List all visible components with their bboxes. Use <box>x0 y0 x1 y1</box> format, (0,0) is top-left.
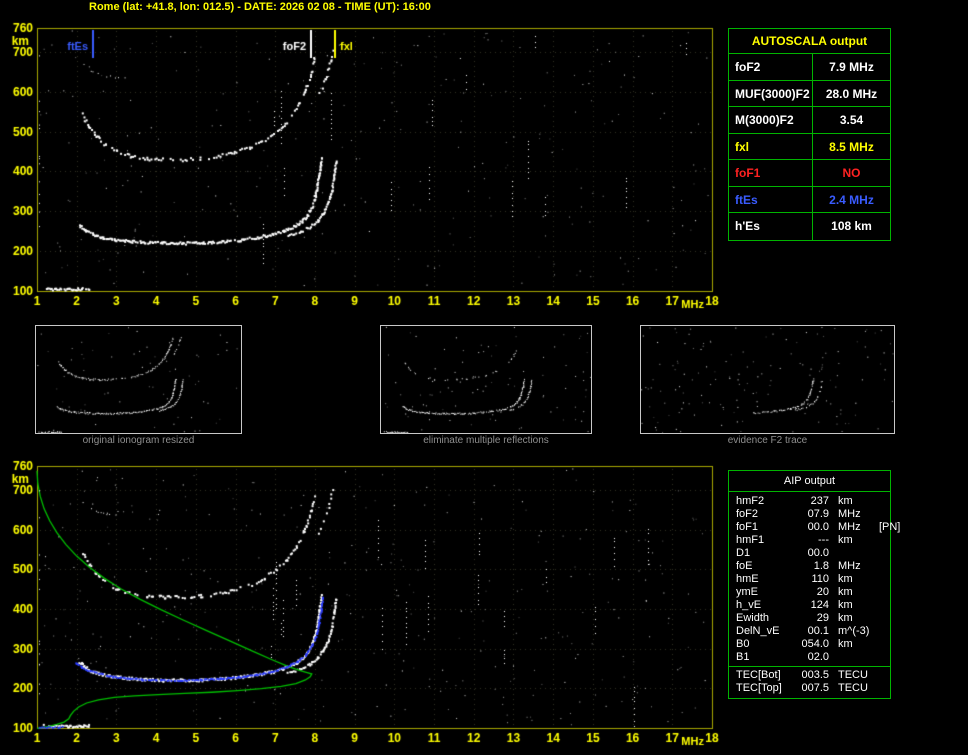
parameter-label: foF2 <box>736 508 759 520</box>
parameter-label: M(3000)F2 <box>729 107 813 133</box>
parameter-unit: km <box>838 612 853 624</box>
parameter-label: h'Es <box>729 213 813 240</box>
autoscala-row-muf3000f2: MUF(3000)F2 28.0 MHz <box>729 80 890 107</box>
aip-row-hme: hmE 110 km <box>729 573 890 586</box>
parameter-unit: TECU <box>838 682 868 694</box>
parameter-value: 02.0 <box>807 651 829 663</box>
thumbnail-eliminate-reflections <box>380 325 592 434</box>
aip-row-foe: foE 1.8 MHz <box>729 560 890 573</box>
parameter-value: 00.0 <box>807 521 829 533</box>
aip-row-hve: h_vE 124 km <box>729 599 890 612</box>
parameter-label: ymE <box>736 586 758 598</box>
autoscala-row-ftes: ftEs 2.4 MHz <box>729 186 890 213</box>
parameter-value: 00.0 <box>807 547 829 559</box>
parameter-label: DelN_vE <box>736 625 780 637</box>
autoscala-row-m3000f2: M(3000)F2 3.54 <box>729 107 890 134</box>
aip-output-header: AIP output <box>729 471 890 492</box>
thumbnail-evidence-f2 <box>640 325 895 434</box>
autoscala-output-header: AUTOSCALA output <box>729 29 890 54</box>
parameter-unit <box>829 547 838 560</box>
parameter-label: TEC[Top] <box>736 682 782 694</box>
parameter-unit: km <box>838 599 853 611</box>
parameter-value: 054.0 <box>801 638 829 650</box>
parameter-unit: MHz [PN] <box>838 521 901 533</box>
aip-row-fof1: foF1 00.0 MHz [PN] <box>729 521 900 534</box>
parameter-label: B0 <box>736 638 750 650</box>
parameter-value: 1.8 <box>813 560 829 572</box>
parameter-unit <box>829 651 838 664</box>
parameter-value: 3.54 <box>839 113 864 127</box>
parameter-value: 237 <box>810 495 829 507</box>
parameter-label: foF2 <box>729 54 813 80</box>
thumbnail-original-ionogram <box>35 325 242 434</box>
parameter-label: foF1 <box>736 521 759 533</box>
parameter-label: hmE <box>736 573 759 585</box>
autoscala-row-fof1: foF1 NO <box>729 160 890 187</box>
aip-row-b1: B1 02.0 <box>729 651 890 664</box>
parameter-label: B1 <box>736 651 750 663</box>
parameter-value: 28.0 MHz <box>825 86 878 101</box>
parameter-label: ftEs <box>729 186 813 212</box>
parameter-value: NO <box>842 166 861 180</box>
parameter-unit: km <box>838 534 853 546</box>
aip-row-hmf2: hmF2 237 km <box>729 495 890 508</box>
parameter-label: h_vE <box>736 599 762 611</box>
parameter-value: 8.5 MHz <box>829 139 874 154</box>
aip-row-hmf1: hmF1 --- km <box>729 534 890 547</box>
parameter-label: D1 <box>736 547 751 559</box>
autoscala-row-fof2: foF2 7.9 MHz <box>729 54 890 81</box>
autoscala-row-fxl: fxl 8.5 MHz <box>729 133 890 160</box>
parameter-value: 124 <box>810 599 829 611</box>
bottom-ionogram-canvas <box>0 455 724 755</box>
parameter-unit: km <box>838 495 853 507</box>
aip-row-ewidth: Ewidth 29 km <box>729 612 890 625</box>
aip-row-tecbot: TEC[Bot] 003.5 TECU <box>729 669 890 682</box>
parameter-value: --- <box>818 534 829 546</box>
parameter-label: hmF1 <box>736 534 765 546</box>
aip-row-b0: B0 054.0 km <box>729 638 890 651</box>
aip-row-delnve: DelN_vE 00.1 m^(-3) <box>729 625 890 638</box>
aip-output-panel: AIP output hmF2 237 km foF2 07.9 MHz foF1 00.… <box>728 470 900 699</box>
parameter-value: 29 <box>816 612 829 624</box>
thumbnail-caption: eliminate multiple reflections <box>423 435 549 446</box>
aip-divider <box>729 666 890 667</box>
parameter-value: 110 <box>811 573 829 585</box>
parameter-label: fxl <box>729 133 813 159</box>
aip-row-yme: ymE 20 km <box>729 586 890 599</box>
parameter-label: foE <box>736 560 753 572</box>
parameter-unit: MHz <box>838 508 861 520</box>
parameter-value: 07.9 <box>807 508 829 520</box>
parameter-unit: km <box>838 586 853 598</box>
parameter-unit: km <box>838 638 853 650</box>
parameter-value: 2.4 MHz <box>829 192 874 207</box>
parameter-value: 20 <box>816 586 829 598</box>
parameter-label: Ewidth <box>736 612 770 624</box>
aip-row-fof2: foF2 07.9 MHz <box>729 508 890 521</box>
aip-row-d1: D1 00.0 <box>729 547 890 560</box>
parameter-unit: MHz <box>838 560 861 572</box>
parameter-value: 00.1 <box>807 625 829 637</box>
parameter-value: 108 km <box>831 219 872 233</box>
autoscala-output-panel: AUTOSCALA output foF2 7.9 MHz MUF(3000)F… <box>728 28 891 241</box>
autoscala-window: Rome (lat: +41.8, lon: 012.5) - DATE: 20… <box>0 0 968 755</box>
parameter-value: 007.5 <box>801 682 829 694</box>
aip-row-tectop: TEC[Top] 007.5 TECU <box>729 682 890 695</box>
top-ionogram-canvas <box>0 14 724 324</box>
parameter-value: 7.9 MHz <box>829 60 874 74</box>
parameter-unit: km <box>838 573 853 585</box>
parameter-label: TEC[Bot] <box>736 669 781 681</box>
parameter-label: foF1 <box>729 160 813 186</box>
autoscala-row-hes: h'Es 108 km <box>729 213 890 240</box>
parameter-label: hmF2 <box>736 495 765 507</box>
thumbnail-caption: original ionogram resized <box>82 435 195 446</box>
station-date-title: Rome (lat: +41.8, lon: 012.5) - DATE: 20… <box>89 1 431 13</box>
parameter-label: MUF(3000)F2 <box>729 80 813 106</box>
parameter-unit: TECU <box>838 669 868 681</box>
thumbnail-caption: evidence F2 trace <box>727 435 808 446</box>
parameter-value: 003.5 <box>801 669 829 681</box>
parameter-unit: m^(-3) <box>838 625 870 637</box>
